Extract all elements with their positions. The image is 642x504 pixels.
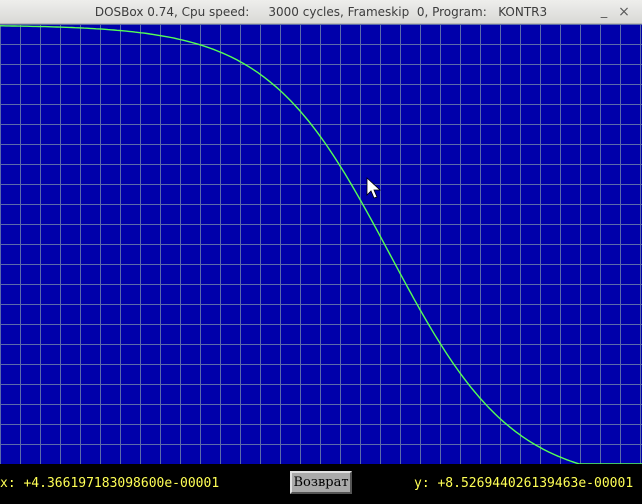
- dos-screen: x: +4.366197183098600e-00001 Возврат y: …: [0, 24, 642, 504]
- x-coordinate-readout: x: +4.366197183098600e-00001: [0, 476, 220, 491]
- return-button[interactable]: Возврат: [290, 471, 352, 494]
- status-bar: x: +4.366197183098600e-00001 Возврат y: …: [0, 464, 642, 504]
- minimize-button[interactable]: _: [594, 0, 614, 24]
- plot-area: [0, 24, 642, 464]
- window-title: DOSBox 0.74, Cpu speed: 3000 cycles, Fra…: [94, 5, 548, 19]
- y-coordinate-readout: y: +8.526944026139463e-00001: [414, 476, 634, 491]
- plot-canvas: [0, 24, 642, 464]
- close-button[interactable]: ×: [614, 0, 634, 24]
- title-bar[interactable]: DOSBox 0.74, Cpu speed: 3000 cycles, Fra…: [0, 0, 642, 24]
